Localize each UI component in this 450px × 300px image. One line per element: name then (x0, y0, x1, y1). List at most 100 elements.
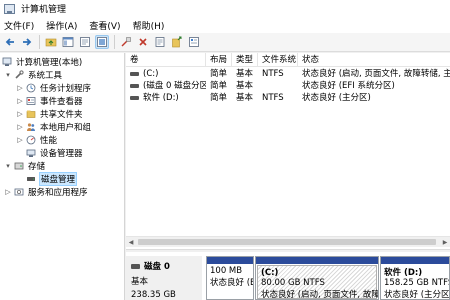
show-hide-console-tree-icon[interactable] (61, 35, 75, 49)
cell-layout: 简单 (210, 81, 228, 91)
cell-type: 基本 (236, 81, 254, 91)
storage-icon (14, 161, 24, 171)
disk-management-icon (26, 174, 36, 184)
scroll-right-icon[interactable]: ▶ (440, 237, 450, 248)
tree-item-local-users[interactable]: ▷ 本地用户和组 (16, 120, 91, 133)
users-icon (26, 122, 36, 132)
column-header-type[interactable]: 类型 (232, 53, 258, 67)
tree-label: 磁盘管理 (38, 171, 78, 186)
partition-info: 100 MB 状态良好 (EFI 系统分区) (207, 264, 253, 288)
tree-item-system-tools[interactable]: ▾ 系统工具 (4, 68, 62, 81)
tree-label: 设备管理器 (40, 148, 83, 159)
computer-management-icon (2, 57, 12, 67)
volume-list-header: 卷 布局 类型 文件系统 状态 (126, 53, 450, 67)
partition-detail: 状态良好 (主分区) (384, 290, 450, 300)
tree-item-event-viewer[interactable]: ▷ 事件查看器 (16, 94, 83, 107)
menu-action[interactable]: 操作(A) (46, 19, 77, 32)
table-row[interactable]: (磁盘 0 磁盘分区 1) 简单 基本 状态良好 (EFI 系统分区) (126, 80, 450, 92)
menu-file[interactable]: 文件(F) (4, 19, 34, 32)
chevron-down-icon[interactable]: ▾ (4, 71, 12, 79)
chevron-right-icon[interactable]: ▷ (16, 97, 24, 105)
scrollbar-thumb[interactable] (138, 239, 436, 245)
back-icon[interactable] (3, 35, 17, 49)
table-row[interactable]: (C:) 简单 基本 NTFS 状态良好 (启动, 页面文件, 故障转储, 主分… (126, 68, 450, 80)
partition-title: (C:) (261, 268, 279, 278)
connect-icon[interactable] (119, 35, 133, 49)
cell-status: 状态良好 (主分区) (302, 93, 371, 103)
cell-filesystem: NTFS (262, 69, 284, 79)
console-tree: 计算机管理(本地) ▾ 系统工具 ▷ 任务计划程序 ▷ 事件查看器 ▷ 共享文件… (0, 53, 125, 300)
disk-view-icon[interactable] (187, 35, 201, 49)
table-row[interactable]: 软件 (D:) 简单 基本 NTFS 状态良好 (主分区) (126, 92, 450, 104)
export-list-icon[interactable] (170, 35, 184, 49)
toolbar (0, 33, 450, 52)
volume-name: (C:) (143, 69, 159, 79)
tree-label: 事件查看器 (40, 96, 83, 107)
tree-item-services-apps[interactable]: ▷ 服务和应用程序 (4, 185, 87, 198)
tree-item-root[interactable]: 计算机管理(本地) (2, 55, 82, 68)
partition-detail: 状态良好 (启动, 页面文件, 故障转储, 主分区) (261, 290, 379, 300)
tree-item-performance[interactable]: ▷ 性能 (16, 133, 57, 146)
cell-filesystem: NTFS (262, 93, 284, 103)
chevron-down-icon[interactable]: ▾ (4, 162, 12, 170)
properties-icon[interactable] (78, 35, 92, 49)
partition-info: (C:) 80.00 GB NTFS 状态良好 (启动, 页面文件, 故障转储,… (258, 266, 379, 300)
partition-d[interactable]: 软件 (D:) 158.25 GB NTFS 状态良好 (主分区) (380, 256, 450, 300)
volume-name: 软件 (D:) (143, 93, 179, 103)
toolbar-separator (39, 35, 40, 49)
tree-label: 本地用户和组 (40, 122, 92, 133)
forward-icon[interactable] (20, 35, 34, 49)
tree-item-disk-management[interactable]: 磁盘管理 (26, 171, 78, 186)
menu-help[interactable]: 帮助(H) (133, 19, 165, 32)
volume-icon (130, 83, 139, 88)
title-bar: 计算机管理 (0, 0, 450, 17)
window-title: 计算机管理 (21, 5, 67, 15)
tree-label: 存储 (28, 161, 46, 172)
help-icon[interactable] (95, 35, 109, 49)
partition-bar (381, 257, 449, 264)
tree-item-device-manager[interactable]: 设备管理器 (26, 146, 83, 159)
tree-item-storage[interactable]: ▾ 存储 (4, 159, 45, 172)
device-manager-icon (26, 148, 36, 158)
scroll-left-icon[interactable]: ◀ (126, 237, 136, 248)
partition-bar (207, 257, 253, 264)
up-folder-icon[interactable] (44, 35, 58, 49)
partition-detail: 状态良好 (EFI 系统分区) (210, 278, 253, 288)
chevron-right-icon[interactable]: ▷ (16, 84, 24, 92)
cell-volume: (C:) (126, 68, 206, 80)
chevron-right-icon[interactable]: ▷ (16, 123, 24, 131)
menu-bar: 文件(F) 操作(A) 查看(V) 帮助(H) (0, 17, 450, 33)
disk-0-label[interactable]: 磁盘 0 基本 238.35 GB 联机 (126, 256, 202, 300)
volume-icon (130, 95, 139, 100)
chevron-right-icon[interactable]: ▷ (16, 136, 24, 144)
partition-efi[interactable]: 100 MB 状态良好 (EFI 系统分区) (206, 256, 254, 300)
partition-title: 软件 (D:) (384, 268, 423, 278)
delete-icon[interactable] (136, 35, 150, 49)
cell-layout: 简单 (210, 69, 228, 79)
services-icon (14, 187, 24, 197)
partition-bar (256, 257, 378, 264)
cell-type: 基本 (236, 69, 254, 79)
column-header-filesystem[interactable]: 文件系统 (258, 53, 298, 67)
disk-map: 磁盘 0 基本 238.35 GB 联机 100 MB 状态良好 (EFI 系统… (126, 252, 450, 300)
menu-view[interactable]: 查看(V) (89, 19, 120, 32)
volume-icon (130, 71, 139, 76)
chevron-right-icon[interactable]: ▷ (4, 188, 12, 196)
horizontal-scrollbar[interactable]: ◀ ▶ (126, 236, 450, 247)
partition-size: 80.00 GB NTFS (261, 278, 325, 288)
properties-sheet-icon[interactable] (153, 35, 167, 49)
volume-name: (磁盘 0 磁盘分区 1) (143, 81, 206, 91)
tree-item-shared-folders[interactable]: ▷ 共享文件夹 (16, 107, 82, 120)
tree-label: 计算机管理(本地) (16, 57, 83, 68)
column-header-status[interactable]: 状态 (298, 53, 450, 67)
tree-item-task-scheduler[interactable]: ▷ 任务计划程序 (16, 81, 91, 94)
partition-c[interactable]: (C:) 80.00 GB NTFS 状态良好 (启动, 页面文件, 故障转储,… (255, 256, 379, 300)
chevron-right-icon[interactable]: ▷ (16, 110, 24, 118)
column-header-volume[interactable]: 卷 (126, 53, 206, 67)
cell-status: 状态良好 (启动, 页面文件, 故障转储, 主分区) (302, 69, 450, 79)
column-header-layout[interactable]: 布局 (206, 53, 232, 67)
tree-label: 性能 (40, 135, 58, 146)
volume-list: 卷 布局 类型 文件系统 状态 (C:) 简单 基本 NTFS 状态良好 (启动… (126, 53, 450, 249)
disk-name: 磁盘 0 (131, 260, 202, 272)
partition-size: 158.25 GB NTFS (384, 278, 450, 288)
